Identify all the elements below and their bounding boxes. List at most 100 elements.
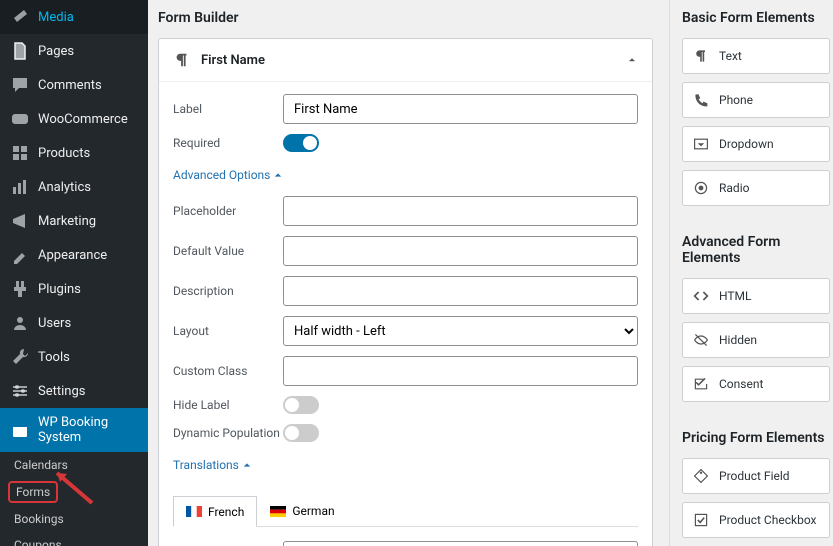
- layout-select[interactable]: Half width - Left: [283, 316, 638, 346]
- sidebar-item-settings[interactable]: Settings: [0, 374, 148, 408]
- sidebar-label: Comments: [38, 78, 102, 93]
- element-text[interactable]: Text: [682, 38, 830, 74]
- tools-icon: [10, 347, 30, 367]
- sidebar-label: Pages: [38, 44, 74, 59]
- text-icon: [173, 51, 191, 69]
- sidebar-item-tools[interactable]: Tools: [0, 340, 148, 374]
- element-hidden[interactable]: Hidden: [682, 322, 830, 358]
- panel-header[interactable]: First Name: [159, 39, 652, 82]
- dropdown-icon: [693, 136, 709, 152]
- default-value-input[interactable]: [283, 236, 638, 266]
- sidebar-item-users[interactable]: Users: [0, 306, 148, 340]
- germany-flag-icon: [270, 506, 286, 517]
- sidebar-label: Analytics: [38, 180, 91, 195]
- marketing-icon: [10, 211, 30, 231]
- required-label: Required: [173, 136, 283, 150]
- custom-class-label: Custom Class: [173, 364, 283, 378]
- element-html[interactable]: HTML: [682, 278, 830, 314]
- media-icon: [10, 7, 30, 27]
- tab-french[interactable]: French: [173, 496, 257, 527]
- element-radio[interactable]: Radio: [682, 170, 830, 206]
- sidebar-label: WP Booking System: [38, 415, 138, 445]
- chevron-up-icon: [243, 461, 251, 469]
- dynamic-population-toggle[interactable]: [283, 424, 319, 442]
- builder-title: Form Builder: [158, 0, 653, 38]
- tag-icon: [693, 468, 709, 484]
- sidebar-item-woocommerce[interactable]: WooCommerce: [0, 102, 148, 136]
- sidebar-label: Marketing: [38, 214, 96, 229]
- sidebar-sub-forms[interactable]: Forms: [8, 481, 58, 503]
- france-flag-icon: [186, 506, 202, 517]
- sidebar-label: Appearance: [38, 248, 107, 263]
- panel-body: Label Required Advanced Options Placehol…: [159, 82, 652, 546]
- element-dropdown[interactable]: Dropdown: [682, 126, 830, 162]
- sidebar-label: WooCommerce: [38, 112, 128, 127]
- trans-label-input[interactable]: [283, 541, 638, 546]
- panel-title: First Name: [201, 53, 626, 68]
- products-icon: [10, 143, 30, 163]
- admin-sidebar: Media Pages Comments WooCommerce Product…: [0, 0, 148, 546]
- plugins-icon: [10, 279, 30, 299]
- basic-elements-heading: Basic Form Elements: [682, 0, 833, 38]
- element-consent[interactable]: Consent: [682, 366, 830, 402]
- default-value-label: Default Value: [173, 244, 283, 258]
- element-product-field[interactable]: Product Field: [682, 458, 830, 494]
- chevron-up-icon: [274, 171, 282, 179]
- sidebar-item-appearance[interactable]: Appearance: [0, 238, 148, 272]
- sidebar-sub-bookings[interactable]: Bookings: [0, 506, 148, 532]
- sidebar-item-pages[interactable]: Pages: [0, 34, 148, 68]
- hide-label-label: Hide Label: [173, 398, 283, 412]
- sidebar-label: Users: [38, 316, 71, 331]
- settings-icon: [10, 381, 30, 401]
- description-input[interactable]: [283, 276, 638, 306]
- translation-tabs: French German: [173, 496, 638, 527]
- sidebar-item-plugins[interactable]: Plugins: [0, 272, 148, 306]
- comments-icon: [10, 75, 30, 95]
- form-builder-column: Form Builder First Name Label Required A…: [148, 0, 669, 546]
- sidebar-label: Products: [38, 146, 90, 161]
- pricing-elements-heading: Pricing Form Elements: [682, 420, 833, 458]
- pages-icon: [10, 41, 30, 61]
- layout-label: Layout: [173, 324, 283, 338]
- dynamic-population-label: Dynamic Population: [173, 426, 283, 440]
- hidden-icon: [693, 332, 709, 348]
- translations-link[interactable]: Translations: [173, 458, 251, 472]
- sidebar-label: Settings: [38, 384, 85, 399]
- consent-icon: [693, 376, 709, 392]
- users-icon: [10, 313, 30, 333]
- calendar-icon: [10, 420, 30, 440]
- custom-class-input[interactable]: [283, 356, 638, 386]
- text-icon: [693, 48, 709, 64]
- html-icon: [693, 288, 709, 304]
- advanced-elements-heading: Advanced Form Elements: [682, 224, 833, 278]
- label-input[interactable]: [283, 94, 638, 124]
- sidebar-item-comments[interactable]: Comments: [0, 68, 148, 102]
- sidebar-item-marketing[interactable]: Marketing: [0, 204, 148, 238]
- sidebar-label: Plugins: [38, 282, 81, 297]
- phone-icon: [693, 92, 709, 108]
- label-label: Label: [173, 102, 283, 116]
- radio-icon: [693, 180, 709, 196]
- tab-german[interactable]: German: [257, 496, 347, 526]
- sidebar-item-products[interactable]: Products: [0, 136, 148, 170]
- checkbox-icon: [693, 512, 709, 528]
- sidebar-item-analytics[interactable]: Analytics: [0, 170, 148, 204]
- field-panel: First Name Label Required Advanced Optio…: [158, 38, 653, 546]
- chevron-up-icon: [626, 54, 638, 66]
- sidebar-item-wp-booking[interactable]: WP Booking System: [0, 408, 148, 452]
- sidebar-item-media[interactable]: Media: [0, 0, 148, 34]
- advanced-options-link[interactable]: Advanced Options: [173, 168, 282, 182]
- sidebar-label: Tools: [38, 350, 70, 365]
- required-toggle[interactable]: [283, 134, 319, 152]
- sidebar-label: Media: [38, 10, 74, 25]
- sidebar-sub-calendars[interactable]: Calendars: [0, 452, 148, 478]
- analytics-icon: [10, 177, 30, 197]
- sidebar-sub-coupons[interactable]: Coupons: [0, 532, 148, 546]
- hide-label-toggle[interactable]: [283, 396, 319, 414]
- description-label: Description: [173, 284, 283, 298]
- woo-icon: [10, 109, 30, 129]
- element-product-checkbox[interactable]: Product Checkbox: [682, 502, 830, 538]
- appearance-icon: [10, 245, 30, 265]
- placeholder-input[interactable]: [283, 196, 638, 226]
- element-phone[interactable]: Phone: [682, 82, 830, 118]
